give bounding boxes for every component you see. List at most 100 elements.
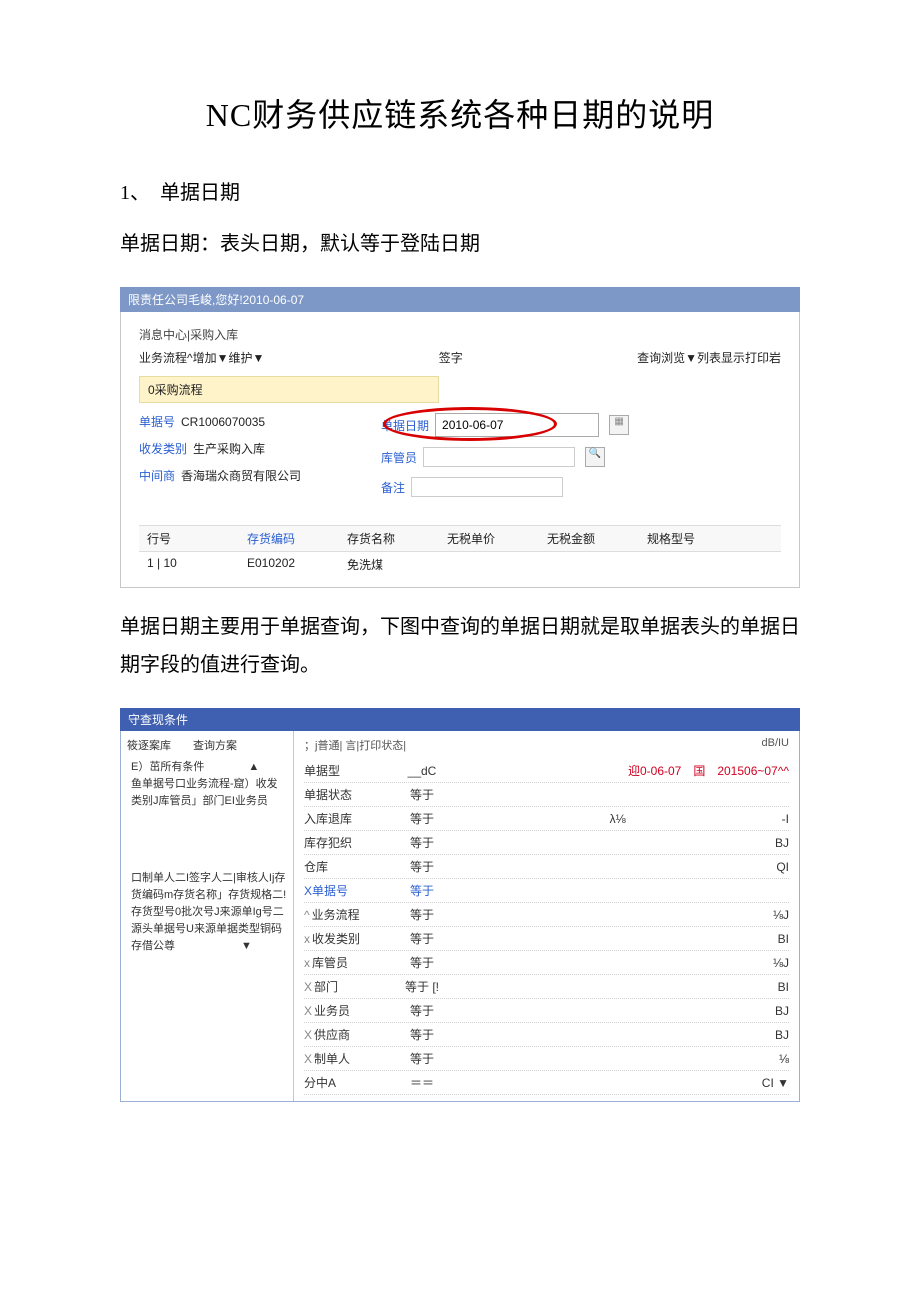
condition-row: 单据状态等于 [304,783,789,807]
condition-operator[interactable]: 等于 [392,1050,452,1067]
middleman-label: 中间商 [139,467,175,484]
condition-row: X部门等于 [! BI [304,975,789,999]
flow-badge: 0采购流程 [139,376,439,403]
condition-value[interactable]: 迎0-06-07 国 201506~07^^ [460,762,789,779]
condition-row: 单据型 __dC 迎0-06-07 国 201506~07^^ [304,759,789,783]
condition-value[interactable]: QI [460,860,789,874]
query-top-tabs[interactable]: ；j普通| 言|打印状态| dB/IU [304,737,789,753]
condition-row: 分中A ＝＝ CI ▼ [304,1071,789,1095]
condition-label: 单据状态 [304,786,384,803]
paragraph-1: 单据日期：表头日期，默认等于登陆日期 [120,225,800,263]
col-stock-code: 存货编码 [247,530,307,547]
condition-operator[interactable]: 等于 [392,786,452,803]
condition-label: x库管员 [304,954,384,971]
condition-rows: 单据型__dC迎0-06-07 国 201506~07^^单据状态等于入库退库等… [304,759,789,1095]
col-price-notax: 无税单价 [447,530,507,547]
condition-value[interactable]: λ⅛ -I [460,810,789,827]
condition-value[interactable]: BJ [460,836,789,850]
toolbar-sign[interactable]: 签字 [439,349,463,366]
condition-row: 库存犯织等于 BJ [304,831,789,855]
condition-operator[interactable]: 等于 [392,834,452,851]
condition-operator[interactable]: 等于 [392,858,452,875]
condition-operator[interactable]: 等于 [! [392,978,452,995]
condition-label: X制单人 [304,1050,384,1067]
top-tabs-right: dB/IU [761,737,789,753]
condition-value[interactable]: BJ [460,1004,789,1018]
query-dialog-title: 守查现条件 [120,708,800,731]
condition-row: x收发类别等于 BI [304,927,789,951]
remark-label: 备注 [381,479,405,496]
condition-value[interactable]: BI [460,932,789,946]
condition-value[interactable]: ⅛J [460,908,789,922]
tree-root[interactable]: E）茁所有条件 ▲ [131,759,287,776]
rcv-kind-value: 生产采购入库 [193,440,265,457]
embedded-screenshot-2: 守查现条件 筱逐案库 查询方案 E）茁所有条件 ▲ 鱼单据号口业务流程-窟）收发… [120,708,800,1102]
doc-no-label: 单据号 [139,413,175,430]
condition-row: X单据号等于 [304,879,789,903]
section-1-heading: 1、 单据日期 [120,176,800,205]
condition-value[interactable]: ⅛ [460,1052,789,1066]
middleman-value: 香海瑞众商贸有限公司 [181,467,301,484]
condition-row: X供应商等于 BJ [304,1023,789,1047]
condition-label: 单据型 [304,762,384,779]
calendar-icon[interactable]: ▦ [609,415,629,435]
left-tabs[interactable]: 筱逐案库 查询方案 [127,737,287,753]
tree-group-2[interactable]: 口制单人二I签字人二|审核人Ij存货编码m存货名称」存货规格二!存货型号0批次号… [131,870,287,938]
top-tabs-left[interactable]: ；j普通| 言|打印状态| [304,737,406,753]
condition-row: X制单人等于 ⅛ [304,1047,789,1071]
search-icon[interactable]: 🔍 [585,447,605,467]
col-spec: 规格型号 [647,530,707,547]
col-amount-notax: 无税金额 [547,530,607,547]
condition-operator[interactable]: 等于 [392,882,452,899]
doc-title: NC财务供应链系统各种日期的说明 [120,90,800,136]
doc-no-value: CR1006070035 [181,415,265,429]
condition-value[interactable]: BJ [460,1028,789,1042]
condition-value[interactable]: BI [460,980,789,994]
condition-operator[interactable]: ＝＝ [392,1074,452,1091]
welcome-bar: 限责任公司毛峻,您好!2010-06-07 [120,287,800,312]
form-area: 单据号 CR1006070035 收发类别 生产采购入库 中间商 香海瑞众商贸有… [139,413,781,507]
condition-row: X业务员等于 BJ [304,999,789,1023]
bill-date-wrap [435,413,599,437]
condition-row: ^业务流程等于 ⅛J [304,903,789,927]
col-row-no: 行号 [147,530,207,547]
bill-date-input[interactable] [435,413,599,437]
table-row: 1 | 10 E010202 免洗煤 [139,552,781,577]
condition-operator[interactable]: 等于 [392,930,452,947]
row-idx: 1 | 10 [147,556,207,573]
condition-operator[interactable]: 等于 [392,906,452,923]
condition-label: X业务员 [304,1002,384,1019]
toolbar-right[interactable]: 查询浏览▼列表显示打印岩 [637,349,781,366]
condition-label: 库存犯织 [304,834,384,851]
condition-label: ^业务流程 [304,906,384,923]
paragraph-2: 单据日期主要用于单据查询，下图中查询的单据日期就是取单据表头的单据日期字段的值进… [120,608,800,684]
condition-row: 仓库等于 QI [304,855,789,879]
rcv-kind-label: 收发类别 [139,440,187,457]
condition-label: X供应商 [304,1026,384,1043]
condition-value[interactable]: CI ▼ [460,1076,789,1090]
condition-operator[interactable]: 等于 [392,810,452,827]
condition-row: x库管员等于 ⅛J [304,951,789,975]
remark-input[interactable] [411,477,563,497]
tree-group-3[interactable]: 存借公尊 ▼ [131,938,287,955]
toolbar-left[interactable]: 业务流程^增加▼维护▼ [139,349,264,366]
condition-label: 分中A [304,1074,384,1091]
row-name: 免洗煤 [347,556,407,573]
col-stock-name: 存货名称 [347,530,407,547]
condition-operator[interactable]: 等于 [392,954,452,971]
condition-label: x收发类别 [304,930,384,947]
condition-operator[interactable]: 等于 [392,1002,452,1019]
keeper-input[interactable] [423,447,575,467]
condition-label: X部门 [304,978,384,995]
condition-operator: __dC [392,764,452,778]
tree-group-1[interactable]: 鱼单据号口业务流程-窟）收发类别J库管员」部门EI业务员 [131,776,287,810]
condition-label: X单据号 [304,882,384,899]
condition-value[interactable]: ⅛J [460,956,789,970]
condition-operator[interactable]: 等于 [392,1026,452,1043]
query-right-pane: ；j普通| 言|打印状态| dB/IU 单据型 __dC 迎0-06-07 国 20… [294,731,799,1101]
condition-label: 仓库 [304,858,384,875]
toolbar: 业务流程^增加▼维护▼ 签字 查询浏览▼列表显示打印岩 [139,349,781,366]
keeper-label: 库管员 [381,449,417,466]
condition-tree[interactable]: E）茁所有条件 ▲ 鱼单据号口业务流程-窟）收发类别J库管员」部门EI业务员 口… [127,759,287,955]
row-code: E010202 [247,556,307,573]
